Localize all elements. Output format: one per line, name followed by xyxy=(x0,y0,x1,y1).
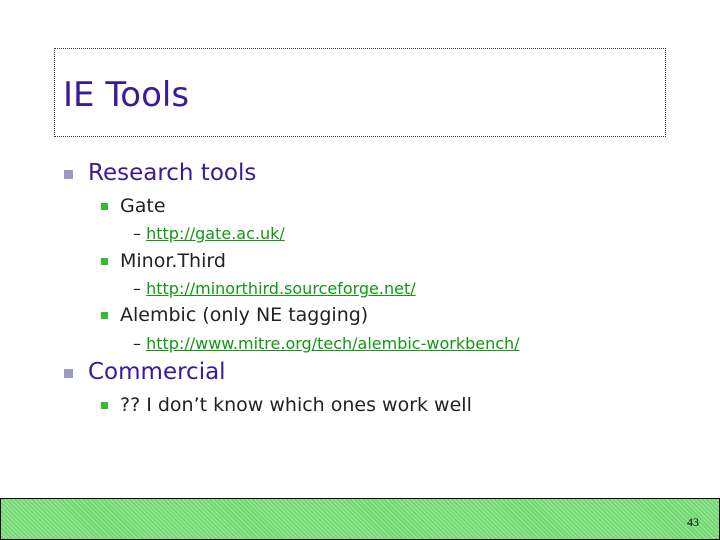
footer-bar: 43 xyxy=(0,498,720,540)
bullet-minorthird: Minor.Third xyxy=(101,250,226,272)
slide-title: IE Tools xyxy=(63,75,190,115)
square-bullet-icon xyxy=(101,312,108,319)
bullet-text: Gate xyxy=(120,195,166,217)
bullet-commercial: Commercial xyxy=(64,359,226,385)
square-bullet-icon xyxy=(64,369,73,378)
bullet-text: Commercial xyxy=(88,359,226,385)
minorthird-link[interactable]: http://minorthird.sourceforge.net/ xyxy=(146,279,416,298)
bullet-text: Research tools xyxy=(88,160,257,186)
bullet-alembic: Alembic (only NE tagging) xyxy=(101,304,368,326)
title-box: IE Tools xyxy=(54,48,666,137)
square-bullet-icon xyxy=(64,170,73,179)
gate-link[interactable]: http://gate.ac.uk/ xyxy=(146,224,285,243)
bullet-text: Alembic (only NE tagging) xyxy=(120,304,369,326)
sub-bullet: – http://www.mitre.org/tech/alembic-work… xyxy=(133,334,520,353)
square-bullet-icon xyxy=(101,402,108,409)
square-bullet-icon xyxy=(101,203,108,210)
sub-bullet: – http://minorthird.sourceforge.net/ xyxy=(133,279,416,298)
bullet-commercial-note: ?? I don’t know which ones work well xyxy=(101,394,472,416)
alembic-link[interactable]: http://www.mitre.org/tech/alembic-workbe… xyxy=(146,334,519,353)
bullet-text: ?? I don’t know which ones work well xyxy=(120,394,472,416)
sub-bullet: – http://gate.ac.uk/ xyxy=(133,224,285,243)
page-number: 43 xyxy=(687,515,699,529)
bullet-research-tools: Research tools xyxy=(64,160,256,186)
square-bullet-icon xyxy=(101,258,108,265)
bullet-text: Minor.Third xyxy=(120,250,226,272)
bullet-gate: Gate xyxy=(101,195,166,217)
